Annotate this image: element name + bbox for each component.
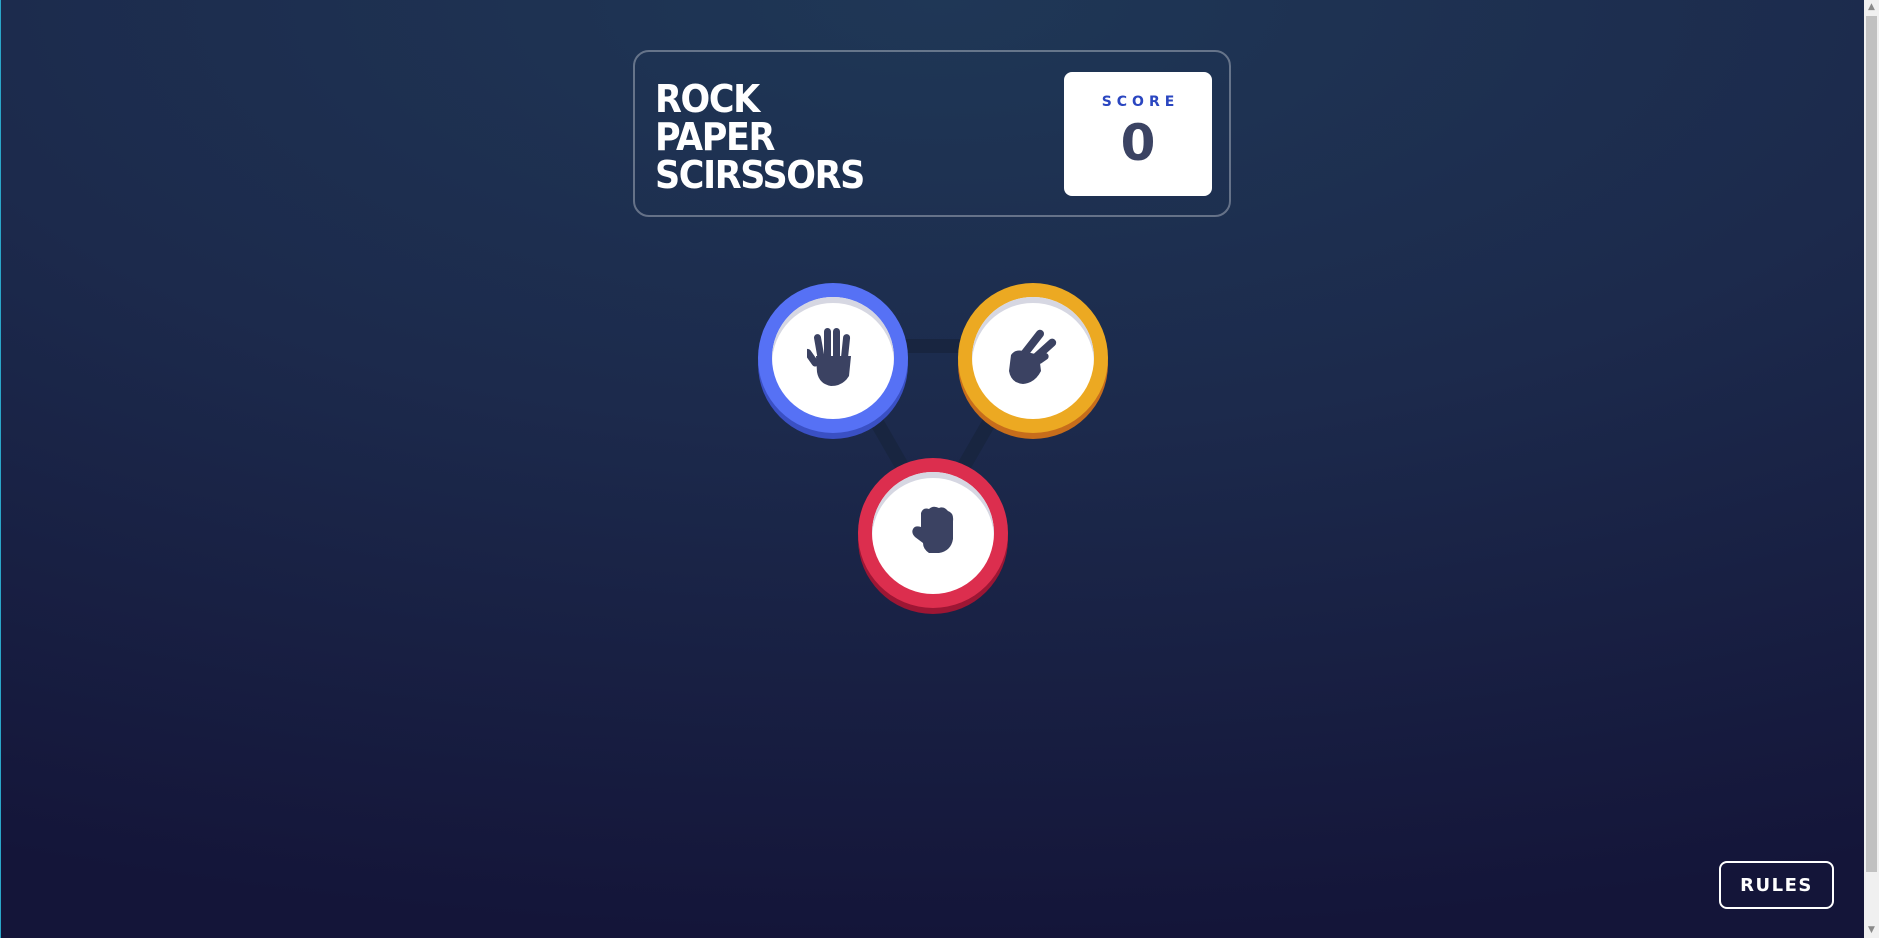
scissors-choice-button[interactable] bbox=[958, 283, 1108, 433]
title-line-rock: ROCK bbox=[655, 77, 760, 121]
rules-button[interactable]: RULES bbox=[1719, 861, 1834, 909]
score-box: SCORE 0 bbox=[1064, 72, 1212, 196]
paper-choice-button[interactable] bbox=[758, 283, 908, 433]
scrollbar-thumb[interactable] bbox=[1866, 16, 1877, 872]
rock-choice-button[interactable] bbox=[858, 458, 1008, 608]
title-line-paper: PAPER bbox=[655, 115, 775, 159]
paper-choice-face bbox=[772, 297, 894, 419]
scroll-up-icon[interactable]: ▲ bbox=[1864, 0, 1879, 15]
score-value: 0 bbox=[1120, 114, 1156, 172]
rock-choice-face bbox=[872, 472, 994, 594]
window-edge bbox=[0, 0, 1, 938]
game-title: ROCK PAPER SCIRSSORS bbox=[655, 80, 882, 194]
title-line-scissors: SCIRSSORS bbox=[655, 153, 865, 197]
paper-hand-icon bbox=[804, 326, 859, 390]
scissors-hand-icon bbox=[1005, 327, 1061, 389]
scroll-down-icon[interactable]: ▼ bbox=[1864, 923, 1879, 938]
game-header: ROCK PAPER SCIRSSORS SCORE 0 bbox=[633, 50, 1231, 217]
score-label: SCORE bbox=[1101, 94, 1180, 110]
scissors-choice-face bbox=[972, 297, 1094, 419]
rock-hand-icon bbox=[907, 505, 959, 561]
vertical-scrollbar[interactable]: ▲ ▼ bbox=[1864, 0, 1879, 938]
